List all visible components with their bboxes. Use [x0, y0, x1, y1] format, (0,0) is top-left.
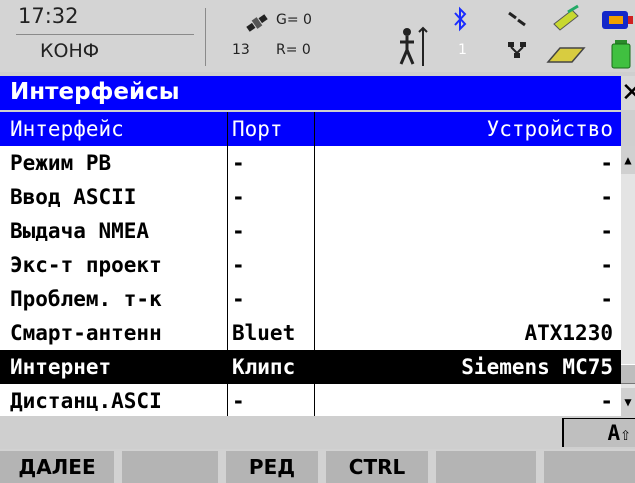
fkey-f5[interactable] — [436, 451, 536, 483]
cf-card-icon — [546, 47, 586, 63]
device-cell: ATX1230 — [524, 321, 613, 345]
interface-cell: Интернет — [10, 355, 112, 379]
table-row[interactable]: Ввод ASCII - - — [0, 180, 621, 214]
port-cell: Bluet — [232, 321, 296, 345]
glonass-satellites: R= 0 — [276, 42, 311, 58]
column-divider — [314, 112, 315, 416]
port-cell: - — [232, 389, 245, 413]
table-header: Интерфейс Порт Устройство — [0, 112, 621, 146]
device-cell: - — [600, 185, 613, 209]
memory-card-icon — [553, 4, 579, 31]
port-cell: - — [232, 151, 245, 175]
clock-time: 17:32 — [18, 4, 79, 28]
gps-satellites: G= 0 — [276, 12, 312, 28]
shift-icon: ⇧ — [620, 424, 631, 445]
device-cell: - — [600, 219, 613, 243]
bluetooth-icon — [454, 6, 467, 32]
scrollbar-thumb[interactable] — [621, 364, 635, 384]
column-header-device[interactable]: Устройство — [316, 112, 613, 146]
device-cell: - — [600, 151, 613, 175]
input-mode-indicator: A⇧ — [562, 418, 635, 447]
interface-cell: Режим РВ — [10, 151, 112, 175]
surveyor-icon — [399, 26, 428, 66]
satellite-icon — [246, 14, 268, 32]
fkey-f4-ctrl[interactable]: CTRL — [326, 451, 428, 483]
interface-cell: Экс-т проект — [10, 253, 162, 277]
battery-icon — [602, 11, 633, 29]
mode-label: КОНФ — [40, 40, 100, 62]
device-cell: - — [600, 389, 613, 413]
table-row[interactable]: Смарт-антенн Bluet ATX1230 — [0, 316, 621, 350]
close-button[interactable]: ✕ — [621, 76, 635, 110]
table-row-selected[interactable]: Интернет Клипс Siemens MC75 — [0, 350, 621, 384]
table-row[interactable]: Режим РВ - - — [0, 146, 621, 180]
network-icon — [508, 42, 526, 58]
table-row[interactable]: Проблем. т-к - - — [0, 282, 621, 316]
device-cell: Siemens MC75 — [461, 355, 613, 379]
interfaces-table: Интерфейс Порт Устройство Режим РВ - - В… — [0, 112, 621, 416]
fkey-f1-next[interactable]: ДАЛЕЕ — [0, 451, 114, 483]
satellite-count: 13 — [232, 42, 250, 58]
input-mode-label: A — [607, 421, 621, 445]
line-number: 1 — [458, 42, 467, 58]
window-title: Интерфейсы — [10, 79, 180, 105]
table-row[interactable]: Экс-т проект - - — [0, 248, 621, 282]
scroll-up-button[interactable]: ▲ — [621, 146, 635, 174]
interface-cell: Ввод ASCII — [10, 185, 137, 209]
fkey-f6[interactable] — [544, 451, 635, 483]
fkey-f3-edit[interactable]: РЕД — [226, 451, 318, 483]
interface-cell: Смарт-антенн — [10, 321, 162, 345]
table-row[interactable]: Выдача NMEA - - — [0, 214, 621, 248]
port-cell: - — [232, 287, 245, 311]
column-header-interface[interactable]: Интерфейс — [10, 112, 226, 146]
port-cell: Клипс — [232, 355, 296, 379]
close-icon: ✕ — [621, 78, 635, 108]
divider — [205, 8, 206, 66]
interface-cell: Проблем. т-к — [10, 287, 162, 311]
arrow-down-icon: ▼ — [624, 395, 632, 409]
interface-cell: Выдача NMEA — [10, 219, 150, 243]
port-cell: - — [232, 185, 245, 209]
column-header-port[interactable]: Порт — [232, 112, 312, 146]
device-cell: - — [600, 253, 613, 277]
divider — [16, 34, 194, 35]
arrow-up-icon: ▲ — [624, 153, 632, 167]
port-cell: - — [232, 253, 245, 277]
battery-level-icon — [611, 40, 631, 69]
device-cell: - — [600, 287, 613, 311]
port-cell: - — [232, 219, 245, 243]
scroll-down-button[interactable]: ▼ — [621, 388, 635, 416]
cable-icon — [508, 11, 526, 27]
column-divider — [227, 112, 228, 416]
table-row[interactable]: Дистанц.ASCI - - — [0, 384, 621, 418]
fkey-f2[interactable] — [122, 451, 218, 483]
interface-cell: Дистанц.ASCI — [10, 389, 162, 413]
